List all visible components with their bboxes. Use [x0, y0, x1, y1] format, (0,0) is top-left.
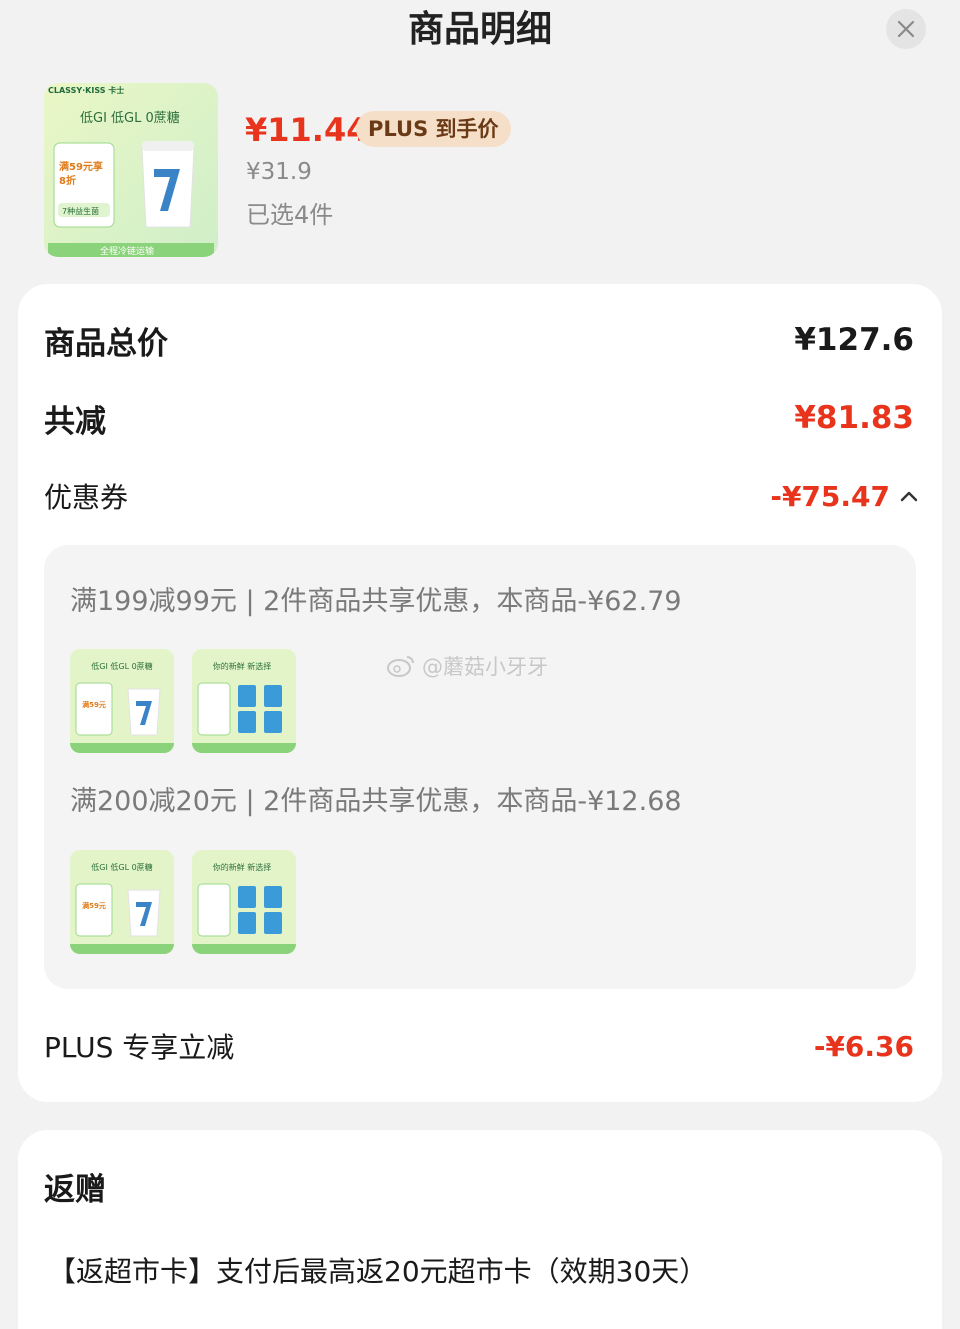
coupon-row[interactable]: 优惠券 -¥75.47	[44, 474, 918, 518]
coupon-rule-1: 满199减99元 | 2件商品共享优惠，本商品-¥62.79	[70, 586, 682, 617]
plus-discount-value: -¥6.36	[813, 1029, 914, 1063]
reduce-label: 共减	[44, 403, 106, 440]
thumb-footer: 全程冷链运输	[100, 247, 155, 257]
svg-text:满59元: 满59元	[82, 901, 106, 910]
coupon-value-group[interactable]: -¥75.47	[770, 480, 918, 513]
coupon-1-product-1[interactable]: 低GI 低GL 0蔗糖 满59元	[70, 649, 174, 753]
gift-title: 返赠	[44, 1172, 106, 1208]
watermark-group: @蘑菇小牙牙	[386, 651, 548, 681]
thumb-brand: CLASSY·KISS 卡士	[48, 86, 125, 95]
svg-text:低GI 低GL 0蔗糖: 低GI 低GL 0蔗糖	[91, 661, 152, 671]
gift-card: 返赠 【返超市卡】支付后最高返20元超市卡（效期30天）	[18, 1130, 942, 1329]
coupon-label: 优惠券	[44, 481, 129, 514]
svg-text:你的新鲜 新选择: 你的新鲜 新选择	[213, 862, 272, 872]
coupon-rule-2: 满200减20元 | 2件商品共享优惠，本商品-¥12.68	[70, 786, 682, 817]
plus-price: ¥11.44	[245, 111, 369, 149]
coupon-2-product-2[interactable]: 你的新鲜 新选择	[192, 850, 296, 954]
total-value: ¥127.6	[794, 322, 914, 358]
coupon-1-product-2[interactable]: 你的新鲜 新选择	[192, 649, 296, 753]
chevron-up-icon[interactable]	[900, 490, 918, 502]
close-icon	[897, 20, 915, 38]
gift-description: 【返超市卡】支付后最高返20元超市卡（效期30天）	[48, 1255, 708, 1288]
thumb-headline: 低GI 低GL 0蔗糖	[80, 111, 180, 126]
watermark-text: @蘑菇小牙牙	[422, 655, 548, 679]
product-image[interactable]: CLASSY·KISS 卡士 低GI 低GL 0蔗糖 满59元享8折 7种益生菌…	[44, 83, 218, 257]
svg-text:你的新鲜 新选择: 你的新鲜 新选择	[213, 661, 272, 671]
thumb-probiotics: 7种益生菌	[62, 207, 100, 216]
total-row: 商品总价 ¥127.6	[44, 316, 914, 364]
original-price: ¥31.9	[246, 159, 312, 185]
selected-count: 已选4件	[246, 201, 334, 229]
close-button[interactable]	[886, 9, 926, 49]
svg-text:满59元: 满59元	[82, 700, 106, 709]
plus-price-badge: PLUS 到手价	[356, 111, 511, 147]
plus-discount-row: PLUS 专享立减 -¥6.36	[44, 1024, 914, 1068]
price-detail-card: 商品总价 ¥127.6 共减 ¥81.83 优惠券 -¥75.47 满199减9…	[18, 284, 942, 1102]
thumb-promo: 满59元享8折	[59, 162, 103, 187]
weibo-icon	[387, 656, 414, 677]
page-title: 商品明细	[407, 9, 552, 50]
plus-discount-label: PLUS 专享立减	[44, 1031, 235, 1064]
coupon-detail-panel: 满199减99元 | 2件商品共享优惠，本商品-¥62.79 低GI 低GL 0…	[44, 545, 916, 989]
total-label: 商品总价	[44, 325, 168, 362]
reduce-row: 共减 ¥81.83	[44, 394, 914, 442]
reduce-value: ¥81.83	[794, 400, 914, 436]
coupon-value: -¥75.47	[770, 479, 890, 513]
coupon-2-product-1[interactable]: 低GI 低GL 0蔗糖 满59元	[70, 850, 174, 954]
svg-text:低GI 低GL 0蔗糖: 低GI 低GL 0蔗糖	[91, 862, 152, 872]
